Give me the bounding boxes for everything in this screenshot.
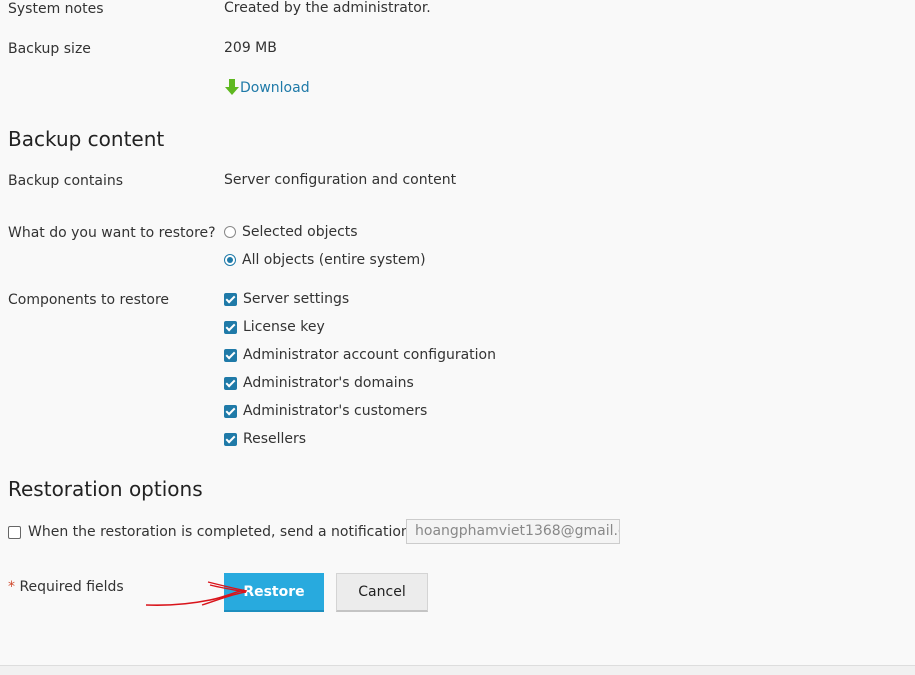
checkbox-label: Server settings xyxy=(243,291,350,307)
checkbox-label: Resellers xyxy=(243,431,307,447)
checkbox[interactable] xyxy=(224,320,237,334)
restore-question-label: What do you want to restore? xyxy=(8,225,216,241)
checkbox[interactable] xyxy=(224,292,237,306)
checkbox-server-settings[interactable]: Server settings xyxy=(224,289,349,309)
checkbox-admin-account-config[interactable]: Administrator account configuration xyxy=(224,345,496,365)
backup-contains-label: Backup contains xyxy=(8,173,124,189)
radio-label: All objects (entire system) xyxy=(242,252,426,268)
checkbox[interactable] xyxy=(224,348,237,362)
restoration-options-heading: Restoration options xyxy=(8,477,203,501)
checkbox-label: License key xyxy=(243,319,325,335)
components-label: Components to restore xyxy=(8,292,169,308)
download-arrow-icon xyxy=(224,79,240,96)
radio-button[interactable] xyxy=(224,254,236,266)
checkbox[interactable] xyxy=(224,376,237,390)
checkbox[interactable] xyxy=(224,404,237,418)
checkbox-resellers[interactable]: Resellers xyxy=(224,429,306,449)
backup-content-heading: Backup content xyxy=(8,127,165,151)
backup-size-label: Backup size xyxy=(8,41,91,57)
backup-size-value: 209 MB xyxy=(224,40,277,56)
required-text: Required fields xyxy=(15,579,124,595)
cancel-button[interactable]: Cancel xyxy=(336,573,428,612)
checkbox-label: Administrator's customers xyxy=(243,403,428,419)
radio-all-objects[interactable]: All objects (entire system) xyxy=(224,250,426,270)
radio-selected-objects[interactable]: Selected objects xyxy=(224,222,358,242)
backup-contains-value: Server configuration and content xyxy=(224,172,457,188)
annotation-arrow xyxy=(145,581,248,607)
cancel-button-label: Cancel xyxy=(358,584,406,600)
checkbox[interactable] xyxy=(224,432,237,446)
download-link-text[interactable]: Download xyxy=(240,80,310,96)
required-fields-note: * Required fields xyxy=(8,579,124,595)
radio-label: Selected objects xyxy=(242,224,358,240)
footer-bar xyxy=(0,666,915,675)
notify-option[interactable]: When the restoration is completed, send … xyxy=(8,522,428,542)
notify-checkbox[interactable] xyxy=(8,525,21,539)
checkbox-label: Administrator account configuration xyxy=(243,347,496,363)
system-notes-value: Created by the administrator. xyxy=(224,0,431,16)
notify-email-field[interactable]: hoangphamviet1368@gmail.com xyxy=(406,519,620,544)
checkbox-license-key[interactable]: License key xyxy=(224,317,325,337)
required-star: * xyxy=(8,579,15,595)
notify-label: When the restoration is completed, send … xyxy=(28,524,429,540)
checkbox-admin-customers[interactable]: Administrator's customers xyxy=(224,401,427,421)
checkbox-admin-domains[interactable]: Administrator's domains xyxy=(224,373,414,393)
system-notes-label: System notes xyxy=(8,1,104,17)
download-link[interactable]: Download xyxy=(224,79,310,96)
radio-button[interactable] xyxy=(224,226,236,238)
checkbox-label: Administrator's domains xyxy=(243,375,414,391)
